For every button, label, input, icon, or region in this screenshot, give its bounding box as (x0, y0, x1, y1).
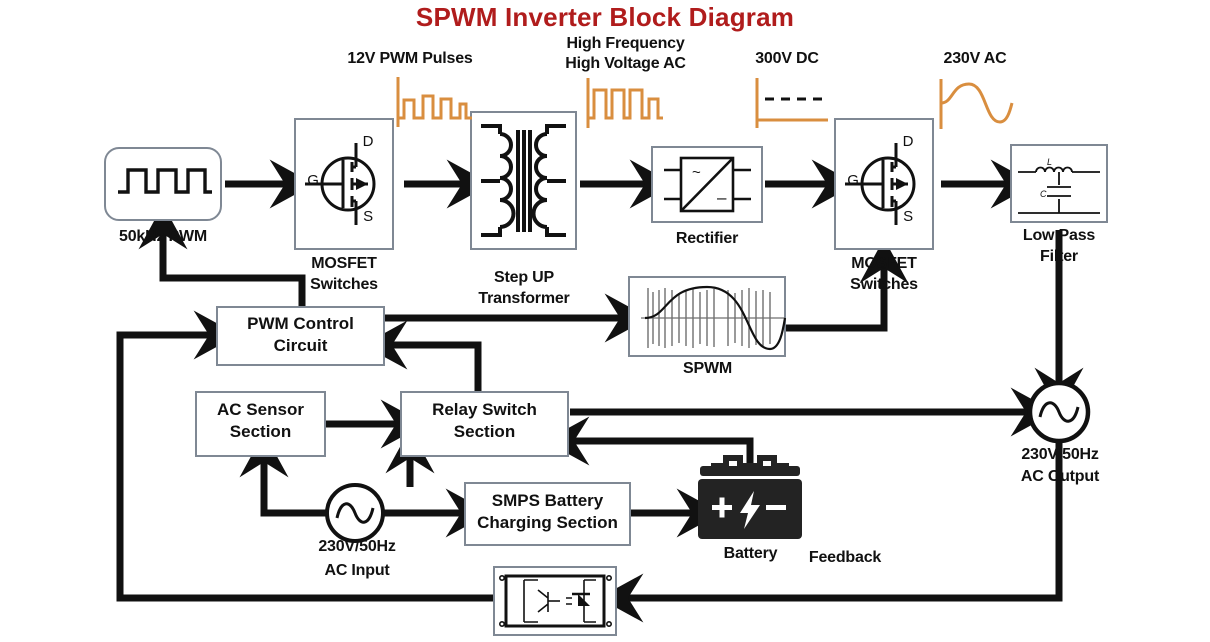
label-rectifier: Rectifier (675, 230, 739, 247)
dc-level-waveform-icon (755, 78, 828, 128)
mosfet-1-drain-label: D (362, 133, 374, 150)
mosfet-2-source-label: S (903, 208, 913, 225)
label-feedback: Feedback (808, 549, 882, 566)
label-mosfet-2-line1: MOSFET (851, 255, 917, 272)
label-ac-output-line2: AC Output (1020, 468, 1100, 485)
label-relay-line2: Section (453, 422, 516, 441)
mosfet-2-drain-label: D (902, 133, 914, 150)
label-relay-line1: Relay Switch (432, 400, 537, 419)
pwm-pulse-waveform-icon (396, 77, 472, 127)
label-pwm-control-line1: PWM Control (247, 314, 354, 333)
label-high-voltage-ac: High Voltage AC (565, 55, 686, 72)
label-mosfet-1-line2: Switches (310, 276, 378, 293)
label-ac-output-line1: 230V/50Hz (1021, 446, 1099, 463)
label-ac-sensor-line2: Section (229, 422, 292, 441)
label-smps-line1: SMPS Battery (491, 491, 604, 510)
label-low-pass-line1: Low Pass (1022, 227, 1096, 244)
label-50khz-pwm: 50kHz PWM (119, 228, 207, 245)
mosfet-2-gate-label: G (847, 172, 859, 189)
label-smps-line2: Charging Section (477, 513, 618, 532)
label-low-pass-line2: Filter (1040, 248, 1078, 265)
label-ac-sensor-line1: AC Sensor (217, 400, 304, 419)
signal-icons-layer (396, 77, 1014, 129)
label-mosfet-1-line1: MOSFET (311, 255, 377, 272)
label-spwm: SPWM (683, 360, 732, 377)
label-pwm-control-line2: Circuit (273, 336, 328, 355)
sine-waveform-icon (939, 79, 1014, 129)
label-mosfet-2-line2: Switches (850, 276, 918, 293)
label-230v-ac: 230V AC (943, 50, 1007, 67)
mosfet-1-source-label: S (363, 208, 373, 225)
mosfet-1-gate-label: G (307, 172, 319, 189)
hf-square-waveform-icon (586, 78, 663, 128)
label-300v-dc: 300V DC (755, 50, 819, 67)
label-high-frequency: High Frequency (566, 35, 685, 52)
label-ac-input-line2: AC Input (324, 562, 390, 579)
label-12v-pwm-pulses: 12V PWM Pulses (347, 50, 473, 67)
label-transformer-line1: Step UP (494, 269, 554, 286)
diagram-canvas: SPWM Inverter Block Diagram ~ – L C 12V … (0, 0, 1210, 642)
label-ac-input-line1: 230V/50Hz (318, 538, 396, 555)
label-transformer-line2: Transformer (478, 290, 570, 307)
